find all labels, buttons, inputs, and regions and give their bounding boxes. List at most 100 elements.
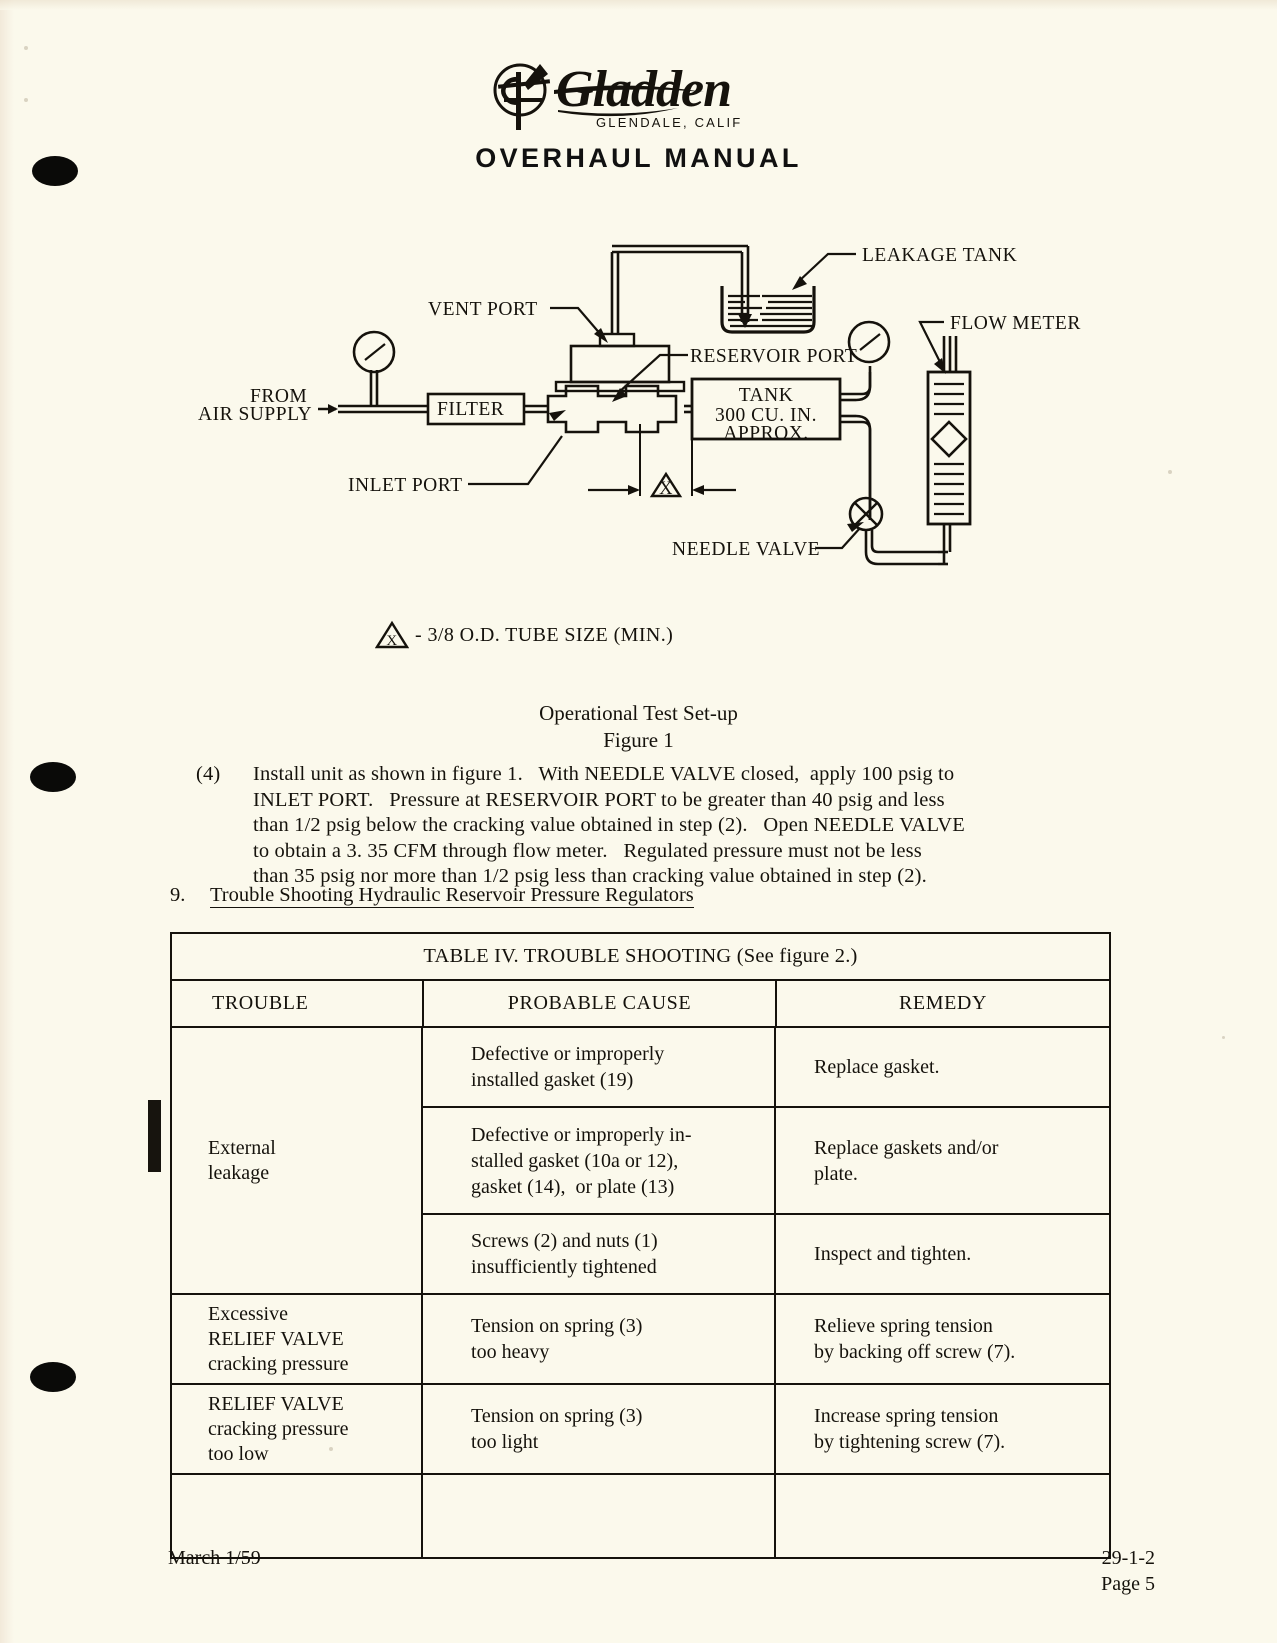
cause-remedy-stack	[421, 1475, 1109, 1557]
label-inlet-port: INLET PORT	[348, 475, 463, 496]
step-line: Install unit as shown in figure 1. With …	[253, 763, 955, 785]
triangle-x-letter: X	[386, 633, 397, 649]
table-row: Defective or improperly installed gasket…	[421, 1028, 1109, 1108]
label-vent-port: VENT PORT	[428, 299, 538, 320]
remedy-line: Inspect and tighten.	[814, 1243, 972, 1265]
table-row: Tension on spring (3) too heavy Relieve …	[421, 1295, 1109, 1383]
gladden-logo: Gladden GLENDALE, CALIF	[484, 56, 794, 134]
cause-cell	[421, 1475, 774, 1557]
label-leakage-tank: LEAKAGE TANK	[862, 245, 1017, 266]
table-header-row: TROUBLE PROBABLE CAUSE REMEDY	[172, 981, 1109, 1028]
section-title: Trouble Shooting Hydraulic Reservoir Pre…	[210, 884, 694, 908]
cause-remedy-stack: Tension on spring (3) too heavy Relieve …	[421, 1295, 1109, 1383]
remedy-cell: Inspect and tighten.	[774, 1215, 1108, 1293]
manual-title: OVERHAUL MANUAL	[475, 143, 802, 173]
trouble-line: Excessive	[208, 1302, 288, 1325]
cause-line: Defective or improperly	[471, 1043, 665, 1065]
remedy-line: Replace gaskets and/or	[814, 1136, 999, 1159]
remedy-line: by backing off screw (7).	[814, 1341, 1016, 1363]
remedy-line: Increase spring tension	[814, 1405, 999, 1427]
cause-remedy-stack: Defective or improperly installed gasket…	[421, 1028, 1109, 1293]
remedy-line: Relieve spring tension	[814, 1315, 993, 1337]
label-flow-meter: FLOW METER	[950, 313, 1081, 334]
column-header-trouble: TROUBLE	[212, 992, 309, 1014]
page-header: Gladden GLENDALE, CALIF OVERHAUL MANUAL	[0, 56, 1277, 174]
trouble-line: RELIEF VALVE	[208, 1327, 344, 1350]
footer-page-number: Page 5	[1101, 1573, 1155, 1595]
figure-caption-line2: Figure 1	[603, 728, 674, 752]
section-number: 9.	[170, 884, 186, 906]
label-tank-line1: TANK	[739, 385, 794, 406]
table-row-group: Excessive RELIEF VALVE cracking pressure…	[172, 1295, 1109, 1385]
column-header-probable-cause: PROBABLE CAUSE	[422, 981, 775, 1026]
remedy-line: by tightening screw (7).	[814, 1431, 1006, 1453]
figure-note: X - 3/8 O.D. TUBE SIZE (MIN.)	[0, 620, 1277, 650]
figure-note-text: - 3/8 O.D. TUBE SIZE (MIN.)	[415, 623, 674, 646]
table-row: Screws (2) and nuts (1) insufficiently t…	[421, 1215, 1109, 1293]
cause-line: insufficiently tightened	[471, 1256, 657, 1278]
triangle-x-icon: X	[375, 620, 409, 649]
cause-line: Defective or improperly in-	[471, 1123, 692, 1146]
remedy-line: plate.	[814, 1162, 858, 1185]
label-reservoir-port: RESERVOIR PORT	[690, 346, 857, 367]
cause-line: Tension on spring (3)	[471, 1315, 643, 1337]
remedy-cell: Replace gaskets and/or plate.	[774, 1108, 1108, 1213]
cause-cell: Defective or improperly installed gasket…	[421, 1028, 774, 1106]
revision-change-bar	[148, 1100, 161, 1172]
table-row-group: External leakage Defective or improperly…	[172, 1028, 1109, 1295]
footer-date: March 1/59	[168, 1547, 261, 1569]
remedy-cell: Increase spring tension by tightening sc…	[774, 1385, 1108, 1473]
punch-hole-icon	[30, 762, 76, 792]
trouble-line: too low	[208, 1442, 269, 1465]
step-line: than 1/2 psig below the cracking value o…	[253, 814, 965, 836]
cause-line: Screws (2) and nuts (1)	[471, 1230, 658, 1252]
step-line: to obtain a 3. 35 CFM through flow meter…	[253, 839, 922, 862]
paper-speck	[1222, 1036, 1225, 1039]
table-row-group: RELIEF VALVE cracking pressure too low T…	[172, 1385, 1109, 1475]
cause-cell: Tension on spring (3) too light	[421, 1385, 774, 1473]
step-line: INLET PORT. Pressure at RESERVOIR PORT t…	[253, 788, 945, 811]
figure-caption: Operational Test Set-up Figure 1	[0, 700, 1277, 754]
test-setup-diagram: FROM AIR SUPPLY FILTER VENT PORT INLET P…	[0, 224, 1277, 584]
table-title: TABLE IV. TROUBLE SHOOTING (See figure 2…	[172, 934, 1109, 981]
trouble-line: leakage	[208, 1161, 270, 1184]
table-row: Tension on spring (3) too light Increase…	[421, 1385, 1109, 1473]
table-row	[421, 1475, 1109, 1557]
remedy-cell	[774, 1475, 1108, 1557]
paper-edge-top	[0, 0, 1277, 10]
trouble-cell: Excessive RELIEF VALVE cracking pressure	[172, 1295, 421, 1383]
callout-x-symbol: X	[659, 479, 673, 499]
trouble-cell: RELIEF VALVE cracking pressure too low	[172, 1385, 421, 1473]
label-tank-line3: APPROX.	[723, 423, 808, 444]
table-row-group-empty	[172, 1475, 1109, 1557]
section-heading: 9. Trouble Shooting Hydraulic Reservoir …	[170, 884, 694, 908]
table-row: Defective or improperly in- stalled gask…	[421, 1108, 1109, 1215]
cause-line: too heavy	[471, 1341, 550, 1363]
figure-caption-line1: Operational Test Set-up	[539, 701, 738, 725]
cause-remedy-stack: Tension on spring (3) too light Increase…	[421, 1385, 1109, 1473]
cause-line: stalled gasket (10a or 12),	[471, 1149, 679, 1172]
trouble-line: External	[208, 1136, 276, 1159]
svg-text:GLENDALE, CALIF: GLENDALE, CALIF	[596, 115, 742, 130]
paper-speck	[24, 46, 28, 50]
label-filter: FILTER	[437, 399, 504, 420]
cause-line: gasket (14), or plate (13)	[471, 1175, 675, 1198]
trouble-shooting-table: TABLE IV. TROUBLE SHOOTING (See figure 2…	[170, 932, 1111, 1559]
cause-line: installed gasket (19)	[471, 1069, 634, 1091]
trouble-line: cracking pressure	[208, 1352, 349, 1375]
remedy-cell: Replace gasket.	[774, 1028, 1108, 1106]
cause-cell: Defective or improperly in- stalled gask…	[421, 1108, 774, 1213]
footer-doc-number: 29-1-2	[1101, 1547, 1155, 1569]
procedure-step-4: (4) Install unit as shown in figure 1. W…	[196, 762, 1113, 890]
trouble-line: cracking pressure	[208, 1417, 349, 1440]
label-from-air-supply-line2: AIR SUPPLY	[198, 404, 312, 425]
step-number: (4)	[196, 763, 221, 785]
remedy-line: Replace gasket.	[814, 1056, 940, 1078]
cause-cell: Screws (2) and nuts (1) insufficiently t…	[421, 1215, 774, 1293]
footer-page-info: 29-1-2 Page 5	[1101, 1545, 1155, 1597]
trouble-line: RELIEF VALVE	[208, 1392, 344, 1415]
remedy-cell: Relieve spring tension by backing off sc…	[774, 1295, 1108, 1383]
column-header-remedy: REMEDY	[775, 981, 1109, 1026]
punch-hole-icon	[30, 1362, 76, 1392]
label-needle-valve: NEEDLE VALVE	[672, 539, 820, 560]
